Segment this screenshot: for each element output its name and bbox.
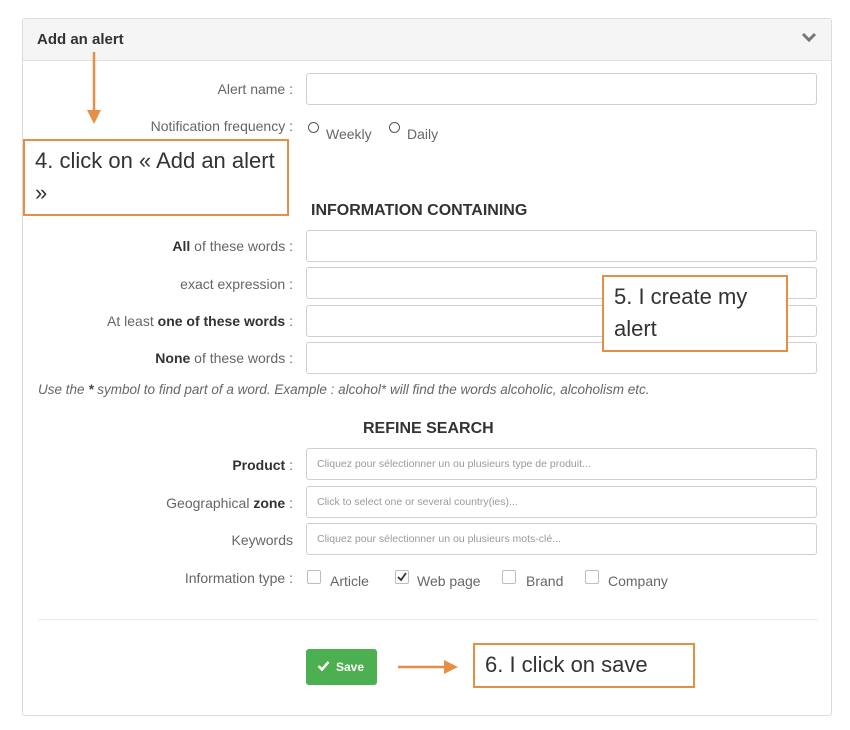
brand-option-label: Brand	[526, 573, 564, 589]
none-rest: of these words :	[190, 350, 293, 366]
all-words-bold: All	[172, 238, 191, 254]
product-label-bold: Product	[232, 457, 286, 473]
product-colon: :	[285, 457, 293, 473]
panel-title: Add an alert	[37, 31, 124, 48]
keywords-label: Keywords	[231, 532, 293, 548]
notification-frequency-label: Notification frequency :	[150, 118, 293, 134]
check-icon	[317, 660, 330, 675]
refine-search-heading: REFINE SEARCH	[363, 420, 494, 437]
article-option-label: Article	[330, 573, 369, 589]
product-label: Product :	[232, 457, 293, 473]
zone-colon: :	[285, 495, 293, 511]
alert-name-label: Alert name :	[217, 81, 293, 97]
at-least-suffix: :	[285, 313, 293, 329]
web-page-checkbox[interactable]	[395, 570, 409, 584]
company-option-label: Company	[608, 573, 668, 589]
information-containing-heading: INFORMATION CONTAINING	[311, 202, 528, 219]
none-words-label: None of these words :	[155, 350, 293, 366]
keywords-placeholder: Cliquez pour sélectionner un ou plusieur…	[317, 533, 561, 545]
step5-callout: 5. I create my alert	[602, 275, 788, 352]
all-words-rest: of these words :	[190, 238, 293, 254]
none-bold: None	[155, 350, 191, 366]
exact-expression-label: exact expression :	[180, 276, 293, 292]
all-words-label: All of these words :	[172, 238, 293, 254]
at-least-prefix: At least	[107, 313, 158, 329]
daily-radio[interactable]	[389, 122, 400, 133]
all-words-input[interactable]	[306, 230, 817, 262]
daily-option-label: Daily	[407, 126, 439, 142]
panel-header[interactable]: Add an alert	[23, 19, 831, 61]
weekly-option-label: Weekly	[326, 126, 372, 142]
step4-callout: 4. click on « Add an alert »	[23, 139, 289, 216]
save-button-label: Save	[336, 660, 365, 674]
hint-rest: symbol to find part of a word. Example :…	[93, 382, 650, 397]
zone-placeholder: Click to select one or several country(i…	[317, 496, 518, 508]
divider	[38, 619, 818, 620]
web-page-option-label: Web page	[417, 573, 481, 589]
zone-label: Geographical zone :	[166, 495, 293, 511]
information-type-label: Information type :	[184, 570, 293, 586]
arrow-down-icon	[87, 52, 101, 124]
zone-prefix: Geographical	[166, 495, 254, 511]
wildcard-hint: Use the * symbol to find part of a word.…	[38, 382, 650, 397]
chevron-down-icon[interactable]	[801, 30, 817, 48]
product-select[interactable]: Cliquez pour sélectionner un ou plusieur…	[306, 448, 817, 480]
arrow-right-icon	[398, 660, 458, 674]
step6-callout: 6. I click on save	[473, 643, 695, 688]
zone-bold: zone	[253, 495, 286, 511]
at-least-bold: one of these words	[157, 313, 286, 329]
brand-checkbox[interactable]	[502, 570, 516, 584]
keywords-select[interactable]: Cliquez pour sélectionner un ou plusieur…	[306, 523, 817, 555]
save-button[interactable]: Save	[306, 649, 377, 685]
weekly-radio[interactable]	[308, 122, 319, 133]
hint-prefix: Use the	[38, 382, 89, 397]
at-least-one-label: At least one of these words :	[107, 313, 293, 329]
alert-name-input[interactable]	[306, 73, 817, 105]
zone-select[interactable]: Click to select one or several country(i…	[306, 486, 817, 518]
company-checkbox[interactable]	[585, 570, 599, 584]
product-placeholder: Cliquez pour sélectionner un ou plusieur…	[317, 458, 591, 470]
article-checkbox[interactable]	[307, 570, 321, 584]
checkmark-icon	[397, 572, 407, 582]
